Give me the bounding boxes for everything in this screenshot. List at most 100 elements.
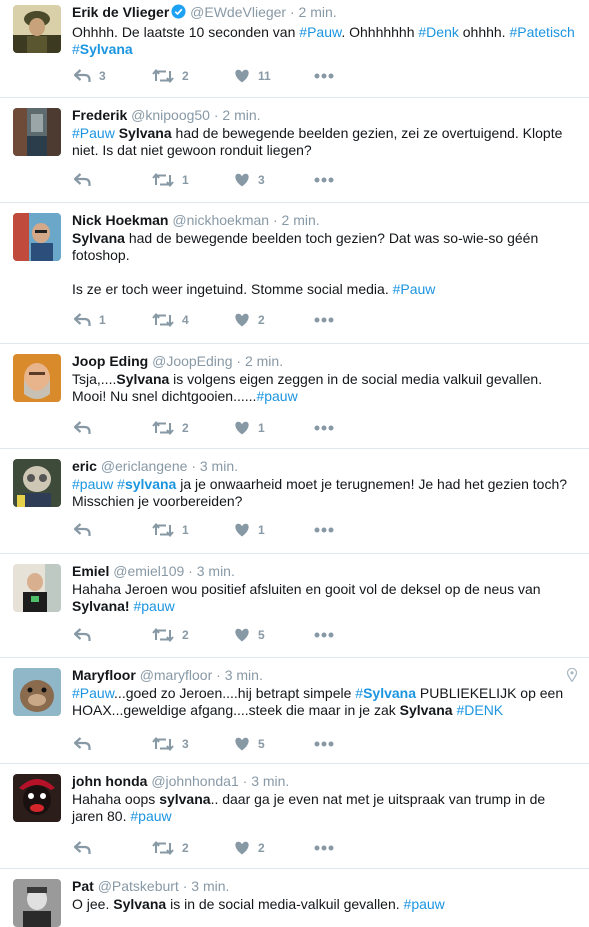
author-name[interactable]: Erik de Vlieger (72, 4, 169, 20)
tweet-timestamp[interactable]: 2 min. (282, 212, 320, 228)
tweet-timestamp[interactable]: 3 min. (200, 458, 238, 474)
more-button[interactable] (314, 317, 334, 323)
avatar[interactable] (13, 5, 61, 53)
tweet-timestamp[interactable]: 2 min. (245, 353, 283, 369)
like-button[interactable]: 11 (234, 69, 314, 83)
author-handle[interactable]: @Patskeburt (98, 878, 179, 894)
avatar[interactable] (13, 459, 61, 507)
retweet-button[interactable]: 3 (152, 737, 234, 751)
tweet-item[interactable]: Frederik @knipoog50 · 2 min. #Pauw Sylva… (0, 98, 589, 203)
author-name[interactable]: eric (72, 458, 97, 474)
hashtag-link[interactable]: Sylvana (80, 41, 133, 57)
author-name[interactable]: Nick Hoekman (72, 212, 168, 228)
author-handle[interactable]: @ericlangene (101, 458, 188, 474)
tweet-item[interactable]: eric @ericlangene · 3 min. #pauw #sylvan… (0, 449, 589, 554)
like-button[interactable]: 1 (234, 421, 314, 435)
tweet-item[interactable]: Pat @Patskeburt · 3 min. O jee. Sylvana … (0, 869, 589, 927)
tweet-item[interactable]: Emiel @emiel109 · 3 min. Hahaha Jeroen w… (0, 554, 589, 658)
hashtag-link[interactable]: # (117, 476, 125, 492)
avatar[interactable] (13, 108, 61, 156)
retweet-button[interactable]: 2 (152, 421, 234, 435)
author-handle[interactable]: @knipoog50 (131, 107, 210, 123)
more-button[interactable] (314, 73, 334, 79)
author-name[interactable]: Joop Eding (72, 353, 148, 369)
hashtag-link[interactable]: #pauw (72, 476, 113, 492)
location-pin-icon[interactable] (566, 667, 578, 687)
author-handle[interactable]: @johnhonda1 (151, 773, 238, 789)
retweet-button[interactable]: 1 (152, 523, 234, 537)
tweet-item[interactable]: Maryfloor @maryfloor · 3 min. #Pauw...go… (0, 658, 589, 764)
tweet-item[interactable]: Nick Hoekman @nickhoekman · 2 min. Sylva… (0, 203, 589, 344)
more-button[interactable] (314, 741, 334, 747)
hashtag-link[interactable]: # (355, 685, 363, 701)
author-name[interactable]: Pat (72, 878, 94, 894)
hashtag-link[interactable]: #Patetisch (509, 24, 574, 40)
avatar[interactable] (13, 668, 61, 716)
author-handle[interactable]: @nickhoekman (172, 212, 269, 228)
avatar[interactable] (13, 564, 61, 612)
tweet-timeline: Erik de Vlieger @EWdeVlieger · 2 min. Oh… (0, 0, 589, 927)
hashtag-link[interactable]: #pauw (133, 598, 174, 614)
reply-button[interactable] (74, 523, 152, 537)
author-name[interactable]: Emiel (72, 563, 109, 579)
hashtag-link[interactable]: #DENK (456, 702, 503, 718)
like-button[interactable]: 5 (234, 628, 314, 642)
hashtag-link[interactable]: Sylvana (363, 685, 416, 701)
reply-button[interactable] (74, 421, 152, 435)
like-button[interactable]: 3 (234, 173, 314, 187)
reply-button[interactable] (74, 628, 152, 642)
author-name[interactable]: john honda (72, 773, 147, 789)
more-button[interactable] (314, 845, 334, 851)
avatar[interactable] (13, 213, 61, 261)
more-button[interactable] (314, 425, 334, 431)
tweet-timestamp[interactable]: 3 min. (197, 563, 235, 579)
like-button[interactable]: 1 (234, 523, 314, 537)
like-button[interactable]: 5 (234, 737, 314, 751)
like-button[interactable]: 2 (234, 313, 314, 327)
author-handle[interactable]: @emiel109 (113, 563, 184, 579)
like-button[interactable]: 2 (234, 841, 314, 855)
hashtag-link[interactable]: # (72, 41, 80, 57)
avatar[interactable] (13, 354, 61, 402)
author-handle[interactable]: @EWdeVlieger (190, 4, 286, 20)
reply-button[interactable]: 3 (74, 69, 152, 83)
tweet-item[interactable]: Erik de Vlieger @EWdeVlieger · 2 min. Oh… (0, 0, 589, 98)
reply-button[interactable] (74, 841, 152, 855)
hashtag-link[interactable]: #Pauw (72, 685, 114, 701)
hashtag-link[interactable]: #Pauw (393, 281, 436, 297)
retweet-button[interactable]: 2 (152, 841, 234, 855)
hashtag-link[interactable]: #pauw (256, 388, 297, 404)
reply-button[interactable] (74, 173, 152, 187)
retweet-button[interactable]: 2 (152, 69, 234, 83)
author-handle[interactable]: @maryfloor (140, 667, 213, 683)
retweet-button[interactable]: 2 (152, 628, 234, 642)
hashtag-link[interactable]: #Pauw (72, 125, 115, 141)
avatar[interactable] (13, 879, 61, 927)
reply-arrow-icon (74, 841, 91, 855)
tweet-timestamp[interactable]: 2 min. (299, 4, 337, 20)
tweet-item[interactable]: Joop Eding @JoopEding · 2 min. Tsja,....… (0, 344, 589, 449)
retweet-count: 1 (182, 523, 189, 537)
hashtag-link[interactable]: #pauw (130, 808, 171, 824)
author-name[interactable]: Frederik (72, 107, 127, 123)
reply-button[interactable]: 1 (74, 313, 152, 327)
author-handle[interactable]: @JoopEding (152, 353, 232, 369)
author-name[interactable]: Maryfloor (72, 667, 136, 683)
hashtag-link[interactable]: #Denk (418, 24, 458, 40)
tweet-item[interactable]: john honda @johnhonda1 · 3 min. Hahaha o… (0, 764, 589, 869)
more-button[interactable] (314, 177, 334, 183)
more-button[interactable] (314, 527, 334, 533)
retweet-button[interactable]: 4 (152, 313, 234, 327)
more-button[interactable] (314, 632, 334, 638)
hashtag-link[interactable]: #Pauw (299, 24, 341, 40)
tweet-timestamp[interactable]: 3 min. (251, 773, 289, 789)
reply-button[interactable] (74, 737, 152, 751)
retweet-button[interactable]: 1 (152, 173, 234, 187)
tweet-timestamp[interactable]: 2 min. (222, 107, 260, 123)
tweet-timestamp[interactable]: 3 min. (191, 878, 229, 894)
avatar[interactable] (13, 774, 61, 822)
hashtag-link[interactable]: #pauw (404, 896, 445, 912)
hashtag-link[interactable]: sylvana (125, 476, 176, 492)
tweet-text: Hahaha Jeroen wou positief afsluiten en … (72, 581, 577, 615)
tweet-timestamp[interactable]: 3 min. (225, 667, 263, 683)
